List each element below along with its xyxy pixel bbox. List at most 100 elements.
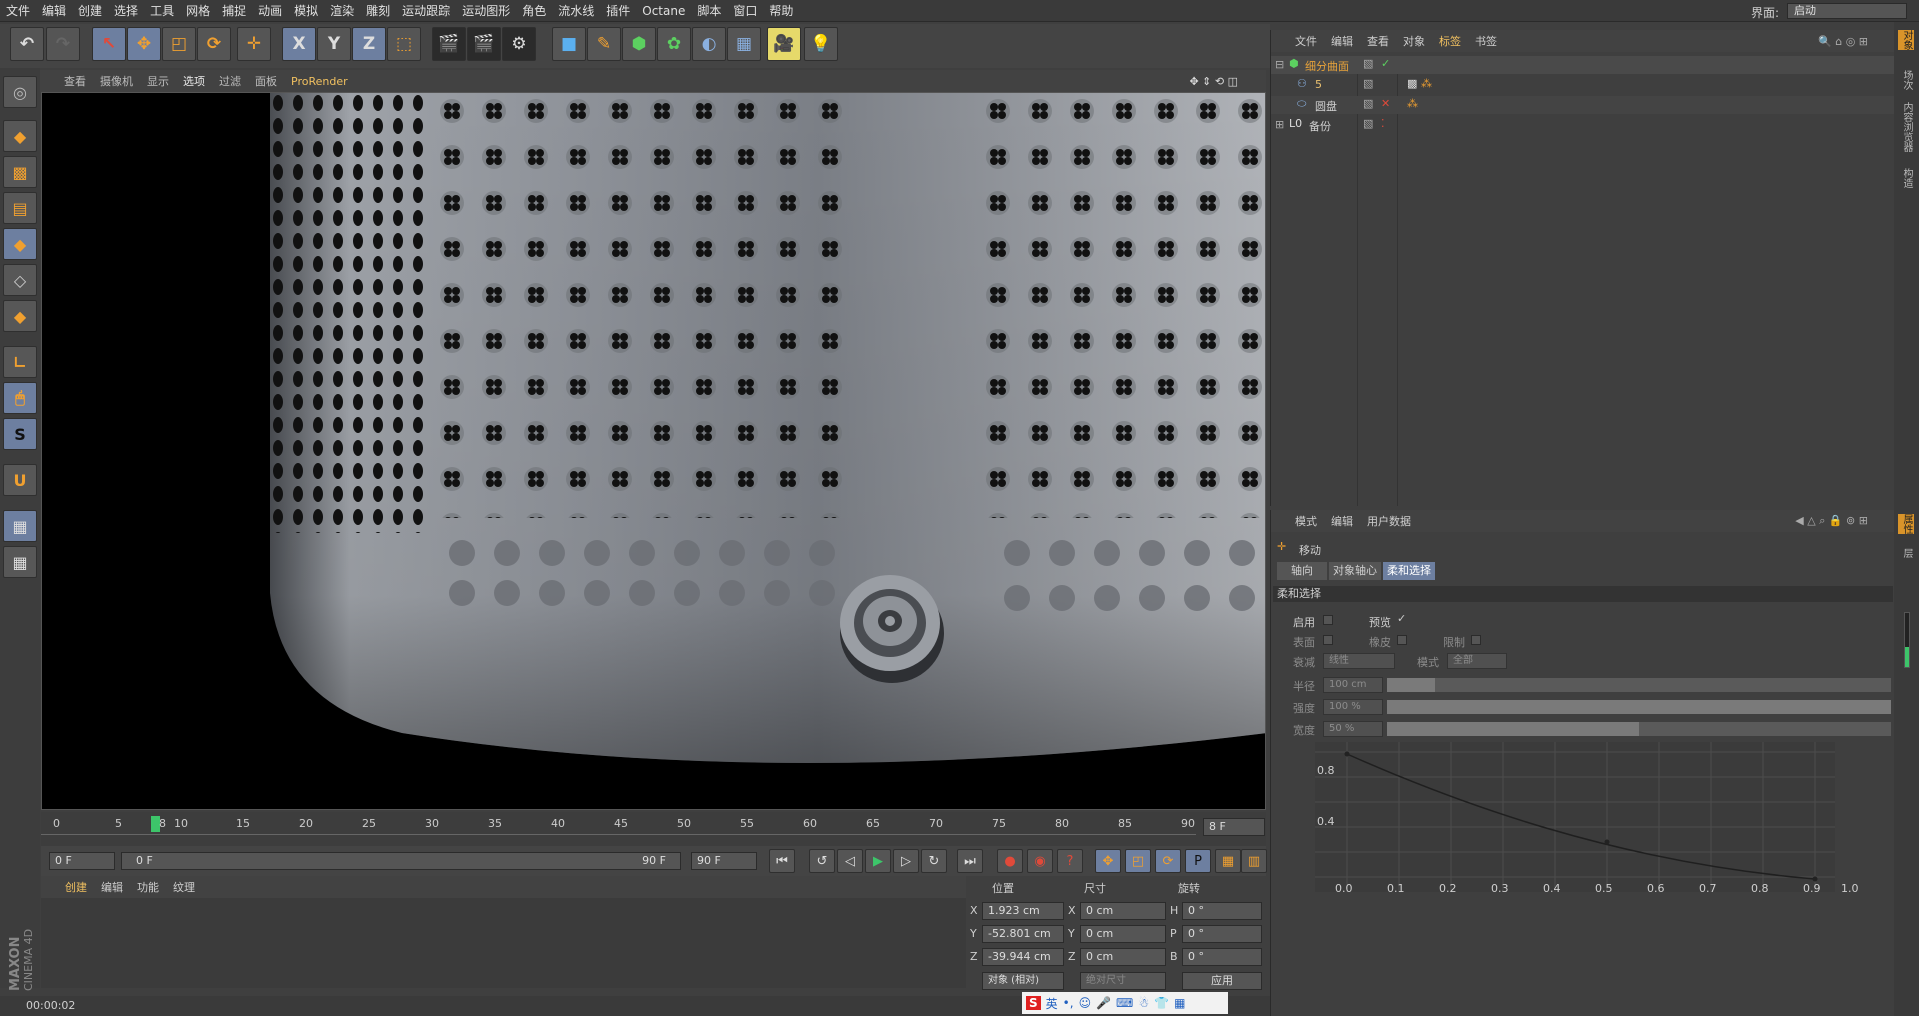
surface-checkbox[interactable]	[1323, 635, 1333, 645]
redo-icon[interactable]: ↷	[46, 27, 80, 61]
layout-select[interactable]: 启动	[1787, 3, 1907, 19]
object-search-icons[interactable]: 🔍 ⌂ ◎ ⊞	[1818, 35, 1868, 48]
mic-icon[interactable]: 🎤	[1096, 996, 1111, 1010]
points-mode-icon[interactable]: ◆	[3, 228, 37, 260]
light-icon[interactable]: 💡	[804, 27, 838, 61]
prev-frame-icon[interactable]: ◁	[837, 849, 863, 873]
goto-start-icon[interactable]: ⏮	[769, 849, 795, 873]
layer-icon[interactable]: ▧	[1363, 77, 1373, 90]
model-mode-icon[interactable]: ◆	[3, 120, 37, 152]
menu-animate[interactable]: 动画	[252, 2, 288, 19]
rotation-h-field[interactable]: 0 °	[1182, 902, 1262, 920]
next-key-icon[interactable]: ↻	[921, 849, 947, 873]
toolbox-icon[interactable]: ▦	[1174, 996, 1185, 1010]
render-view-icon[interactable]: 🎬	[432, 27, 466, 61]
object-name-5[interactable]: 5	[1315, 78, 1322, 91]
menu-character[interactable]: 角色	[516, 2, 552, 19]
key-pla-icon[interactable]: ▦	[1215, 849, 1241, 873]
material-menu-create[interactable]: 创建	[65, 879, 87, 895]
width-field[interactable]: 50 %	[1323, 721, 1383, 737]
object-name-backup[interactable]: 备份	[1309, 118, 1331, 134]
material-menu-function[interactable]: 功能	[137, 879, 159, 895]
key-rotation-icon[interactable]: ⟳	[1155, 849, 1181, 873]
menu-select[interactable]: 选择	[108, 2, 144, 19]
viewport-menu-options[interactable]: 选项	[183, 73, 205, 89]
material-tag-icon[interactable]: ⁂	[1421, 77, 1432, 90]
position-y-field[interactable]: -52.801 cm	[982, 925, 1064, 943]
magnet-icon[interactable]: U	[3, 464, 37, 496]
planar-workplane-icon[interactable]: ▦	[3, 546, 37, 578]
viewport-menu-panel[interactable]: 面板	[255, 73, 277, 89]
side-tab-objects[interactable]: 对象	[1898, 30, 1914, 50]
apply-button[interactable]: 应用	[1182, 972, 1262, 990]
viewport-menu-display[interactable]: 显示	[147, 73, 169, 89]
size-mode-select[interactable]: 绝对尺寸	[1080, 972, 1166, 990]
object-name-disc[interactable]: 圆盘	[1315, 98, 1337, 114]
punctuation-icon[interactable]: •,	[1063, 996, 1074, 1010]
position-z-field[interactable]: -39.944 cm	[982, 948, 1064, 966]
menu-file[interactable]: 文件	[0, 2, 36, 19]
axis-y-button[interactable]: Y	[317, 27, 351, 61]
menu-script[interactable]: 脚本	[691, 2, 727, 19]
viewport-menu-camera[interactable]: 摄像机	[100, 73, 133, 89]
side-tab-content-browser[interactable]: 内容浏览器	[1898, 102, 1914, 152]
axis-mode-icon[interactable]: ∟	[3, 346, 37, 378]
object-menu-file[interactable]: 文件	[1295, 33, 1317, 49]
object-name-subdivision[interactable]: 细分曲面	[1305, 58, 1349, 74]
make-editable-icon[interactable]: ◎	[3, 76, 37, 108]
rotate-tool-icon[interactable]: ⟳	[197, 27, 231, 61]
timeline-window-icon[interactable]: ▥	[1241, 849, 1267, 873]
material-menu-edit[interactable]: 编辑	[101, 879, 123, 895]
side-tab-structure[interactable]: 构造	[1898, 168, 1914, 188]
record-keys-icon[interactable]: ●	[997, 849, 1023, 873]
limit-checkbox[interactable]	[1471, 635, 1481, 645]
attr-nav-icons[interactable]: ◀ △ ⌕ 🔒 ⊚ ⊞	[1795, 514, 1868, 528]
attr-menu-edit[interactable]: 编辑	[1331, 513, 1353, 529]
size-x-field[interactable]: 0 cm	[1080, 902, 1166, 920]
radius-field[interactable]: 100 cm	[1323, 677, 1383, 693]
menu-window[interactable]: 窗口	[727, 2, 763, 19]
ime-language[interactable]: 英	[1046, 995, 1058, 1012]
object-menu-edit[interactable]: 编辑	[1331, 33, 1353, 49]
object-menu-objects[interactable]: 对象	[1403, 33, 1425, 49]
attr-menu-userdata[interactable]: 用户数据	[1367, 513, 1411, 529]
viewport-nav-icons[interactable]: ✥ ⇕ ⟲ ◫	[1189, 75, 1238, 88]
object-menu-view[interactable]: 查看	[1367, 33, 1389, 49]
side-scrollbar[interactable]	[1904, 612, 1910, 668]
menu-mesh[interactable]: 网格	[180, 2, 216, 19]
side-tab-attributes[interactable]: 属性	[1898, 514, 1914, 534]
enabled-check-icon[interactable]: ✓	[1381, 57, 1390, 70]
object-row[interactable]: ⚇ 5 ▧ ▩ ⁂	[1271, 76, 1895, 94]
visibility-dots-icon[interactable]: ⁚	[1381, 117, 1385, 130]
key-position-icon[interactable]: ✥	[1095, 849, 1121, 873]
checker-tag-icon[interactable]: ▩	[1407, 77, 1417, 90]
render-settings-icon[interactable]: ⚙	[502, 27, 536, 61]
menu-snap[interactable]: 捕捉	[216, 2, 252, 19]
mode-select[interactable]: 全部	[1447, 653, 1507, 669]
skin-icon[interactable]: 👕	[1154, 996, 1169, 1010]
falloff-graph[interactable]: 0.8 0.4	[1315, 742, 1835, 892]
workplane-icon[interactable]: ▤	[3, 192, 37, 224]
tweak-mode-icon[interactable]: 🖱	[3, 382, 37, 414]
viewport-menu-view[interactable]: 查看	[64, 73, 86, 89]
edges-mode-icon[interactable]: ◇	[3, 264, 37, 296]
side-tab-takes[interactable]: 场次	[1898, 70, 1914, 90]
current-frame-field[interactable]: 8 F	[1203, 818, 1265, 836]
rubber-checkbox[interactable]	[1397, 635, 1407, 645]
menu-render[interactable]: 渲染	[324, 2, 360, 19]
menu-plugins[interactable]: 插件	[600, 2, 636, 19]
menu-edit[interactable]: 编辑	[36, 2, 72, 19]
texture-mode-icon[interactable]: ▩	[3, 156, 37, 188]
material-tag-icon[interactable]: ⁂	[1407, 97, 1418, 110]
menu-motion-tracking[interactable]: 运动跟踪	[396, 2, 456, 19]
size-y-field[interactable]: 0 cm	[1080, 925, 1166, 943]
snapping-icon[interactable]: S	[3, 418, 37, 450]
move-tool-icon[interactable]: ✥	[127, 27, 161, 61]
layer-icon[interactable]: ▧	[1363, 57, 1373, 70]
viewport-menu-filter[interactable]: 过滤	[219, 73, 241, 89]
keyframe-selection-icon[interactable]: ?	[1057, 849, 1083, 873]
menu-tools[interactable]: 工具	[144, 2, 180, 19]
polygons-mode-icon[interactable]: ◆	[3, 300, 37, 332]
key-parameter-icon[interactable]: P	[1185, 849, 1211, 873]
menu-sculpt[interactable]: 雕刻	[360, 2, 396, 19]
